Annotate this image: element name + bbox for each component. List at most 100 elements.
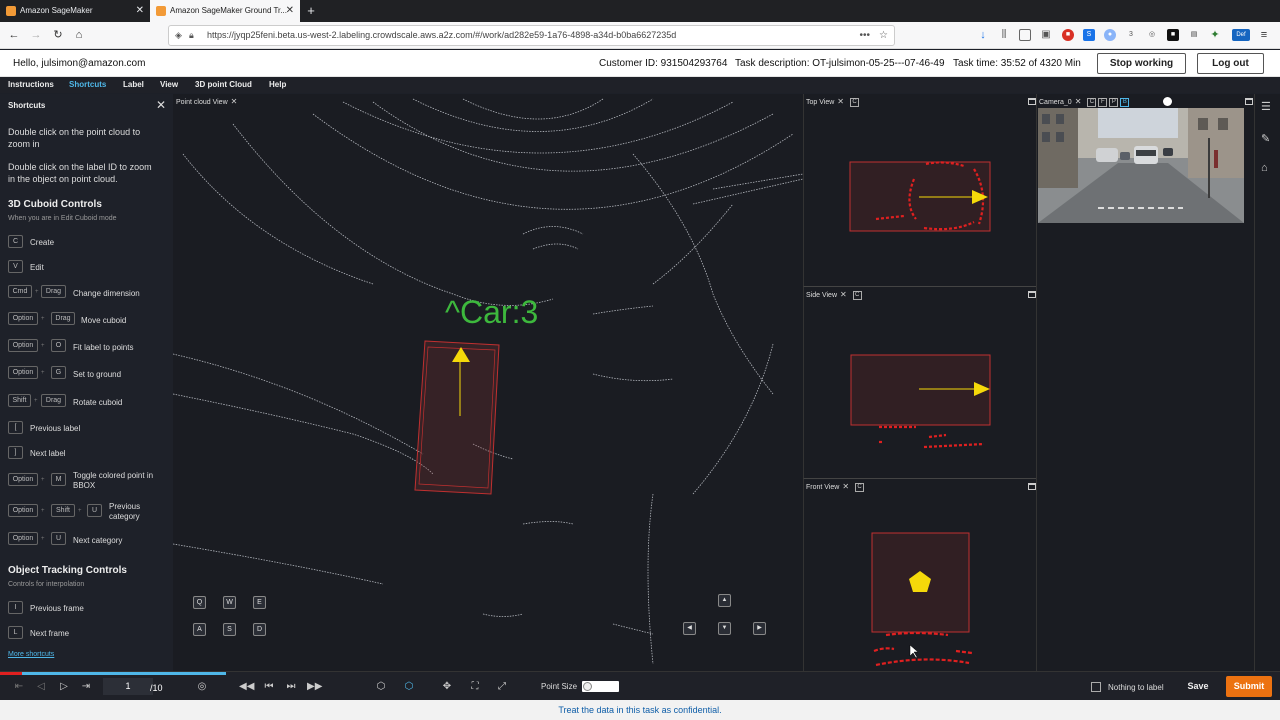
frame-total: /10 [150, 683, 163, 693]
toggle-dot-icon[interactable] [1163, 97, 1172, 106]
rewind-icon[interactable]: ◀◀ [239, 680, 254, 694]
menu-help[interactable]: Help [269, 80, 286, 89]
camera-f-button[interactable]: F [1098, 97, 1108, 107]
pan-left-icon[interactable]: ◀ [683, 622, 696, 635]
camera-c-button[interactable]: C [1087, 97, 1097, 107]
menu-label[interactable]: Label [123, 80, 144, 89]
shortcut-key: Drag [41, 285, 66, 298]
extension-counter-icon[interactable]: 3 [1125, 29, 1137, 41]
library-icon[interactable]: ⫼ [998, 29, 1010, 41]
side-view-panel[interactable]: Side View ✕ C [803, 286, 1036, 478]
fullscreen-icon[interactable]: ⤢ [495, 680, 509, 694]
step-forward-icon[interactable]: ⏭︎ [284, 680, 298, 694]
sidebar-icon[interactable] [1019, 29, 1031, 41]
extension-globe-icon[interactable]: ● [1104, 29, 1116, 41]
close-icon[interactable]: ✕ [1075, 97, 1082, 106]
top-view-canvas[interactable] [804, 94, 1036, 286]
extension-cube-icon[interactable]: ▤ [1188, 29, 1200, 41]
camera-b-button[interactable]: B [1120, 97, 1130, 107]
point-cloud-view[interactable]: Point cloud View ✕ ^Car:3 Q W E A S D ▲ … [173, 94, 803, 671]
cuboid-edit-icon[interactable]: ⬡ [402, 680, 416, 694]
key-a[interactable]: A [193, 623, 206, 636]
front-view-canvas[interactable] [804, 479, 1036, 671]
point-cloud-canvas[interactable] [173, 94, 803, 671]
step-back-icon[interactable]: ⏮︎ [262, 680, 276, 694]
tip-label-line2: in the object on point cloud. [8, 174, 118, 184]
frame-input[interactable]: 1 [103, 678, 153, 695]
fast-forward-icon[interactable]: ▶▶ [307, 680, 322, 694]
list-icon[interactable]: ☰ [1261, 100, 1271, 113]
key-s[interactable]: S [223, 623, 236, 636]
shortcut-label: Toggle colored point in [73, 471, 154, 480]
forward-icon[interactable]: → [28, 27, 44, 43]
prev-frame-icon[interactable]: ◁ [34, 680, 48, 694]
key-q[interactable]: Q [193, 596, 206, 609]
pan-up-icon[interactable]: ▲ [718, 594, 731, 607]
close-tab-icon[interactable]: ✕ [286, 0, 294, 22]
home-icon[interactable]: ⌂ [71, 27, 87, 43]
extension-s-icon[interactable]: S [1083, 29, 1095, 41]
screenshot-icon[interactable]: ▣ [1040, 29, 1052, 41]
key-w[interactable]: W [223, 596, 236, 609]
menu-shortcuts[interactable]: Shortcuts [69, 80, 106, 89]
key-e[interactable]: E [253, 596, 266, 609]
bookmark-star-icon[interactable]: ☆ [879, 26, 888, 45]
extension-puzzle-icon[interactable]: ✦ [1209, 29, 1221, 41]
save-button[interactable]: Save [1179, 676, 1217, 697]
first-frame-icon[interactable]: ⇤ [12, 680, 26, 694]
menu-icon[interactable]: ≡ [1258, 29, 1270, 41]
front-view-panel[interactable]: Front View ✕ C [803, 478, 1036, 671]
frame-progress-marker [0, 672, 22, 675]
shortcut-key: Shift [51, 504, 75, 517]
download-icon[interactable]: ↓ [977, 29, 989, 41]
point-size-slider-knob[interactable] [583, 682, 592, 691]
side-view-canvas[interactable] [804, 287, 1036, 478]
browser-tab-active[interactable]: Amazon SageMaker Ground Tr... ✕ [150, 0, 300, 22]
plus-sign: + [35, 289, 39, 295]
crop-icon[interactable]: ⛶ [468, 680, 482, 694]
extension-dark-icon[interactable]: ■ [1167, 29, 1179, 41]
pan-down-icon[interactable]: ▼ [718, 622, 731, 635]
url-bar[interactable]: ◈ 🔒︎ https://jyqp25feni.beta.us-west-2.l… [168, 25, 895, 46]
browser-tab[interactable]: Amazon SageMaker ✕ [0, 0, 150, 22]
move-icon[interactable]: ✥ [440, 680, 454, 694]
menu-instructions[interactable]: Instructions [8, 80, 54, 89]
camera-panel[interactable]: Camera_0 ✕ C F P B [1036, 94, 1254, 671]
shield-icon: ◈ [175, 30, 182, 40]
reload-icon[interactable]: ↻ [50, 27, 66, 43]
bottom-toolbar: ⇤ ◁ ▷ ⇥ 1 /10 ◎ ◀◀ ⏮︎ ⏭︎ ▶▶ ⬡ ⬡ ✥ ⛶ ⤢ Po… [0, 671, 1280, 700]
right-toolbar: ☰ ✎ ⌂ [1254, 94, 1280, 671]
menu-view[interactable]: View [160, 80, 178, 89]
sagemaker-favicon-icon [156, 6, 166, 16]
tag-icon[interactable]: ⌂ [1261, 162, 1268, 174]
back-icon[interactable]: ← [6, 27, 22, 43]
more-shortcuts-link[interactable]: More shortcuts [8, 651, 54, 658]
pan-right-icon[interactable]: ▶ [753, 622, 766, 635]
camera-p-button[interactable]: P [1109, 97, 1119, 107]
submit-button[interactable]: Submit [1226, 676, 1272, 697]
edit-icon[interactable]: ✎ [1261, 132, 1270, 145]
camera-image[interactable] [1038, 108, 1244, 223]
menu-3d-point-cloud[interactable]: 3D point Cloud [195, 80, 252, 89]
shortcut-label: category [109, 512, 140, 521]
settings-circle-icon[interactable]: ◎ [195, 680, 209, 694]
cuboid-label[interactable]: ^Car:3 [445, 294, 538, 331]
new-tab-button[interactable]: + [304, 0, 318, 22]
play-icon[interactable]: ▷ [57, 680, 71, 694]
log-out-button[interactable]: Log out [1197, 53, 1264, 74]
shortcut-key: M [51, 473, 66, 486]
point-size-slider[interactable] [582, 681, 619, 692]
adblock-icon[interactable]: ■ [1062, 29, 1074, 41]
extension-circle-icon[interactable]: ◎ [1146, 29, 1158, 41]
stop-working-button[interactable]: Stop working [1097, 53, 1186, 74]
extension-default-icon[interactable]: Def [1232, 29, 1250, 41]
close-tab-icon[interactable]: ✕ [136, 0, 144, 22]
last-frame-icon[interactable]: ⇥ [79, 680, 93, 694]
top-view-panel[interactable]: Top View ✕ C [803, 94, 1036, 286]
close-icon[interactable]: ✕ [156, 98, 166, 112]
key-d[interactable]: D [253, 623, 266, 636]
cuboid-tool-icon[interactable]: ⬡ [374, 680, 388, 694]
page-actions-icon[interactable]: ••• [859, 26, 870, 45]
nothing-to-label-checkbox[interactable] [1091, 682, 1101, 692]
maximize-icon[interactable] [1245, 98, 1253, 105]
